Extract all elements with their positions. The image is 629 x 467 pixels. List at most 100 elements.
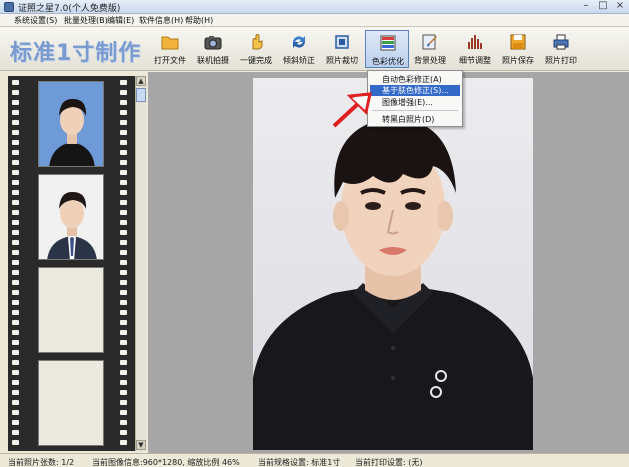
film-hole xyxy=(120,220,127,225)
background-process-button[interactable]: 背景处理 xyxy=(408,30,452,68)
menu-item-skin-tone-correction[interactable]: 基于肤色修正(S)... xyxy=(370,85,460,96)
menu-software-info[interactable]: 软件信息(H) xyxy=(139,15,183,26)
film-hole xyxy=(12,380,19,385)
film-hole xyxy=(12,140,19,145)
film-hole xyxy=(12,280,19,285)
menu-item-image-enhance[interactable]: 图像增强(E)... xyxy=(370,97,460,108)
maximize-icon[interactable]: □ xyxy=(596,1,610,12)
thumbnail-empty-slot[interactable] xyxy=(38,360,104,446)
film-hole xyxy=(12,370,19,375)
film-hole xyxy=(120,310,127,315)
portrait-image xyxy=(253,78,533,450)
one-click-button[interactable]: 一键完成 xyxy=(234,30,278,68)
status-print: 当前打印设置: (无) xyxy=(355,458,423,467)
thumbnail-2[interactable] xyxy=(38,174,104,260)
photo-crop-button[interactable]: 照片裁切 xyxy=(320,30,364,68)
status-image-info: 当前图像信息:960*1280, 缩放比例 46% xyxy=(92,458,240,467)
tilt-correction-button[interactable]: 倾斜矫正 xyxy=(277,30,321,68)
toolbar: 标准1寸制作 打开文件 联机拍摄 一键完成 倾斜矫正 照片裁切 色彩优化 背景处… xyxy=(0,27,629,71)
film-hole xyxy=(120,140,127,145)
film-hole xyxy=(120,170,127,175)
film-perforations-right xyxy=(118,76,129,451)
photo-canvas[interactable] xyxy=(148,72,629,453)
film-hole xyxy=(120,380,127,385)
film-hole xyxy=(12,90,19,95)
menu-help[interactable]: 帮助(H) xyxy=(185,15,213,26)
menu-item-auto-color[interactable]: 自动色彩修正(A) xyxy=(370,74,460,85)
film-hole xyxy=(120,110,127,115)
film-hole xyxy=(120,120,127,125)
film-hole xyxy=(12,320,19,325)
status-bar: 当前照片张数: 1/2 当前图像信息:960*1280, 缩放比例 46% 当前… xyxy=(0,453,629,467)
thumbnail-1[interactable] xyxy=(38,81,104,167)
color-optimize-menu: 自动色彩修正(A) 基于肤色修正(S)... 图像增强(E)... 转黑白照片(… xyxy=(367,70,463,127)
film-hole xyxy=(120,190,127,195)
minimize-icon[interactable]: – xyxy=(579,1,593,12)
film-hole xyxy=(12,440,19,445)
film-hole xyxy=(120,260,127,265)
portrait-thumbnail-image xyxy=(39,175,103,259)
app-icon xyxy=(4,2,14,12)
detail-adjust-button[interactable]: 细节调整 xyxy=(453,30,497,68)
film-hole xyxy=(12,110,19,115)
menu-bar: 系统设置(S) 批量处理(B) 编辑(E) 软件信息(H) 帮助(H) xyxy=(0,14,629,27)
levels-icon xyxy=(468,35,482,49)
thumbnail-filmstrip[interactable] xyxy=(8,76,135,451)
film-hole xyxy=(120,330,127,335)
film-hole xyxy=(120,150,127,155)
film-hole xyxy=(12,310,19,315)
filmstrip-scrollbar[interactable]: ▲ ▼ xyxy=(135,76,146,451)
menu-item-black-white[interactable]: 转黑白照片(D) xyxy=(370,114,460,125)
film-hole xyxy=(12,390,19,395)
film-hole xyxy=(120,400,127,405)
photo-save-button[interactable]: 照片保存 xyxy=(496,30,540,68)
film-hole xyxy=(120,440,127,445)
status-spec: 当前规格设置: 标准1寸 xyxy=(258,458,341,467)
film-hole xyxy=(12,290,19,295)
film-hole xyxy=(120,200,127,205)
menu-batch[interactable]: 批量处理(B) xyxy=(64,15,108,26)
scroll-up-icon[interactable]: ▲ xyxy=(136,76,146,86)
film-hole xyxy=(120,360,127,365)
camera-capture-button[interactable]: 联机拍摄 xyxy=(191,30,235,68)
close-icon[interactable]: × xyxy=(613,1,627,12)
scroll-down-icon[interactable]: ▼ xyxy=(136,440,146,450)
photo-print-button[interactable]: 照片打印 xyxy=(539,30,583,68)
rotate-arrows-icon xyxy=(293,36,305,48)
hand-icon xyxy=(252,34,263,50)
film-hole xyxy=(120,270,127,275)
film-hole xyxy=(12,190,19,195)
color-optimize-button[interactable]: 色彩优化 xyxy=(365,30,409,68)
film-hole xyxy=(12,430,19,435)
film-hole xyxy=(120,430,127,435)
film-hole xyxy=(120,370,127,375)
film-hole xyxy=(12,130,19,135)
film-hole xyxy=(120,230,127,235)
red-pointer-arrow-icon xyxy=(332,92,372,128)
scroll-thumb[interactable] xyxy=(136,88,146,102)
status-photo-count: 当前照片张数: 1/2 xyxy=(8,458,75,467)
film-hole xyxy=(120,410,127,415)
film-perforations-left xyxy=(10,76,21,451)
menu-system-settings[interactable]: 系统设置(S) xyxy=(14,15,57,26)
menu-edit[interactable]: 编辑(E) xyxy=(107,15,134,26)
film-hole xyxy=(12,360,19,365)
portrait-thumbnail-image xyxy=(39,82,103,166)
film-hole xyxy=(12,100,19,105)
paint-brush-icon xyxy=(422,34,437,50)
open-file-button[interactable]: 打开文件 xyxy=(148,30,192,68)
thumbnail-empty-slot[interactable] xyxy=(38,267,104,353)
film-hole xyxy=(12,260,19,265)
film-hole xyxy=(120,130,127,135)
film-hole xyxy=(12,410,19,415)
film-hole xyxy=(12,170,19,175)
film-hole xyxy=(12,160,19,165)
film-hole xyxy=(120,90,127,95)
film-hole xyxy=(12,210,19,215)
film-hole xyxy=(120,340,127,345)
folder-icon xyxy=(161,36,179,50)
window-title: 证照之星7.0(个人免费版) xyxy=(18,4,121,14)
film-hole xyxy=(12,240,19,245)
film-hole xyxy=(120,180,127,185)
menu-separator xyxy=(372,110,458,111)
